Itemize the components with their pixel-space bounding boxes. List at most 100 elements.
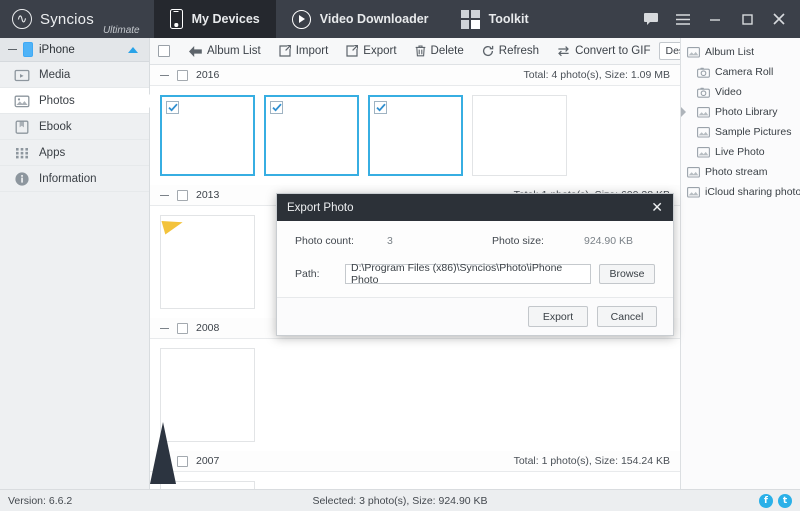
- tree-item-album-list[interactable]: Album List: [681, 42, 800, 62]
- tree-item-label: Video: [715, 86, 742, 98]
- photo-checkbox[interactable]: [374, 101, 387, 114]
- eject-icon[interactable]: [128, 46, 138, 53]
- sidebar-item-photos-label: Photos: [39, 94, 75, 107]
- tree-item-icloud-sharing-photo[interactable]: iCloud sharing photo: [681, 182, 800, 202]
- browse-button[interactable]: Browse: [599, 264, 655, 284]
- tree-item-sample-pictures[interactable]: Sample Pictures: [681, 122, 800, 142]
- photo-size-label: Photo size:: [492, 235, 544, 247]
- syncios-app-window: ∿ Syncios Ultimate My Devices Video Down…: [0, 0, 800, 511]
- close-icon[interactable]: [764, 0, 794, 38]
- photo-eiffel-tower[interactable]: [160, 481, 255, 489]
- tab-my-devices[interactable]: My Devices: [153, 0, 276, 38]
- import-label: Import: [295, 45, 329, 57]
- sidebar-item-ebook-label: Ebook: [39, 120, 72, 133]
- tree-item-live-photo[interactable]: Live Photo: [681, 142, 800, 162]
- tab-toolkit[interactable]: Toolkit: [445, 0, 545, 38]
- convert-to-gif-label: Convert to GIF: [575, 45, 651, 57]
- photo-checkbox[interactable]: [270, 101, 283, 114]
- main-nav-tabs: My Devices Video Downloader Toolkit: [153, 0, 545, 38]
- ebook-icon: [14, 119, 30, 135]
- thumbnail-row-2008: [150, 339, 680, 451]
- device-row-iphone[interactable]: iPhone: [0, 38, 149, 62]
- sidebar-item-information-label: Information: [39, 172, 97, 185]
- group-year: 2013: [196, 189, 220, 201]
- sidebar-item-information[interactable]: Information: [0, 166, 149, 192]
- photo-green-city[interactable]: [472, 95, 567, 176]
- photo-toolbar: Album List Import Export Delete Refresh …: [150, 38, 797, 65]
- photo-checkbox[interactable]: [166, 101, 179, 114]
- album-tree-panel: Album List Camera Roll Video Photo Libra…: [680, 38, 800, 489]
- tree-item-label: Album List: [705, 46, 755, 58]
- export-button[interactable]: Export: [337, 38, 405, 64]
- dialog-body: Photo count: 3 Photo size: 924.90 KB Pat…: [277, 221, 673, 297]
- camera-icon: [697, 67, 710, 78]
- tab-toolkit-label: Toolkit: [488, 12, 529, 26]
- sidebar-item-apps[interactable]: Apps: [0, 140, 149, 166]
- tree-item-label: iCloud sharing photo: [705, 186, 800, 198]
- tree-item-video[interactable]: Video: [681, 82, 800, 102]
- convert-to-gif-button[interactable]: Convert to GIF: [548, 38, 659, 64]
- brand: ∿ Syncios Ultimate: [0, 0, 154, 38]
- sidebar-item-photos[interactable]: Photos: [0, 88, 149, 114]
- menu-icon[interactable]: [668, 0, 698, 38]
- album-icon: [687, 166, 700, 178]
- maximize-icon[interactable]: [732, 0, 762, 38]
- album-list-button[interactable]: Album List: [180, 38, 270, 64]
- export-confirm-button[interactable]: Export: [528, 306, 588, 327]
- brand-edition: Ultimate: [102, 25, 140, 36]
- sidebar-item-media[interactable]: Media: [0, 62, 149, 88]
- group-checkbox[interactable]: [177, 189, 188, 201]
- refresh-label: Refresh: [498, 45, 540, 57]
- minus-icon[interactable]: [8, 49, 17, 50]
- cancel-button[interactable]: Cancel: [597, 306, 657, 327]
- tree-item-photo-stream[interactable]: Photo stream: [681, 162, 800, 182]
- selection-status: Selected: 3 photo(s), Size: 924.90 KB: [312, 494, 488, 507]
- import-button[interactable]: Import: [270, 38, 338, 64]
- photo-size-value: 924.90 KB: [584, 235, 634, 247]
- close-icon[interactable]: ✕: [651, 201, 663, 215]
- tab-video-downloader[interactable]: Video Downloader: [276, 0, 445, 38]
- photo-green-meadow[interactable]: [264, 95, 359, 176]
- twitter-icon[interactable]: t: [778, 493, 792, 508]
- photo-count-value: 3: [387, 235, 393, 247]
- refresh-button[interactable]: Refresh: [473, 38, 548, 64]
- wave-circle-icon: ∿: [12, 9, 32, 29]
- tree-item-label: Photo Library: [715, 106, 778, 118]
- left-sidebar: iPhone Media Photos Ebook Apps Informati…: [0, 38, 150, 489]
- feedback-icon[interactable]: [636, 0, 666, 38]
- delete-button[interactable]: Delete: [406, 38, 473, 64]
- tree-item-photo-library[interactable]: Photo Library: [681, 102, 800, 122]
- photo-road-hills[interactable]: [160, 95, 255, 176]
- photos-icon: [14, 93, 30, 109]
- photo-paper-plane[interactable]: [160, 215, 255, 309]
- album-list-label: Album List: [207, 45, 261, 57]
- group-header-2016[interactable]: 2016 Total: 4 photo(s), Size: 1.09 MB: [150, 65, 680, 86]
- camera-icon: [697, 87, 710, 98]
- group-checkbox[interactable]: [177, 322, 188, 334]
- social-links: f t: [759, 493, 792, 508]
- facebook-icon[interactable]: f: [759, 493, 773, 508]
- minimize-icon[interactable]: [700, 0, 730, 38]
- group-checkbox[interactable]: [177, 69, 188, 81]
- window-controls: [636, 0, 800, 38]
- import-icon: [279, 45, 291, 57]
- group-header-2007[interactable]: 2007 Total: 1 photo(s), Size: 154.24 KB: [150, 451, 680, 472]
- collapse-icon[interactable]: [160, 327, 169, 329]
- group-year: 2016: [196, 69, 220, 81]
- group-checkbox[interactable]: [177, 455, 188, 467]
- sidebar-item-ebook[interactable]: Ebook: [0, 114, 149, 140]
- path-input[interactable]: D:\Program Files (x86)\Syncios\Photo\iPh…: [345, 262, 591, 286]
- photo-sunset-beach[interactable]: [368, 95, 463, 176]
- album-icon: [697, 126, 710, 138]
- group-total: Total: 4 photo(s), Size: 1.09 MB: [523, 69, 671, 81]
- tree-item-label: Sample Pictures: [715, 126, 792, 138]
- delete-label: Delete: [430, 45, 464, 57]
- collapse-icon[interactable]: [160, 74, 169, 76]
- album-icon: [687, 46, 700, 58]
- collapse-icon[interactable]: [160, 194, 169, 196]
- tree-item-camera-roll[interactable]: Camera Roll: [681, 62, 800, 82]
- select-all-checkbox[interactable]: [158, 45, 170, 57]
- media-icon: [14, 67, 30, 83]
- tab-video-downloader-label: Video Downloader: [319, 12, 429, 26]
- device-name: iPhone: [39, 43, 75, 56]
